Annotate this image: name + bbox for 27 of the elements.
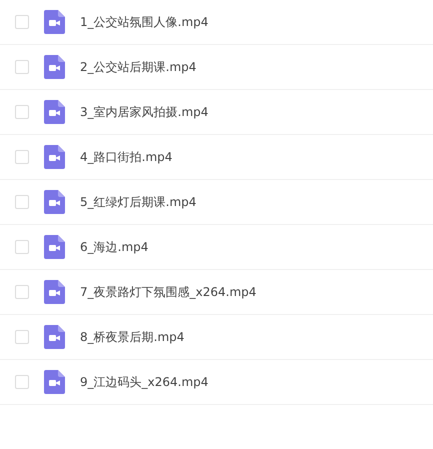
checkbox[interactable]: [15, 285, 29, 299]
checkbox[interactable]: [15, 105, 29, 119]
checkbox[interactable]: [15, 195, 29, 209]
video-file-icon: [44, 145, 65, 169]
file-name[interactable]: 8_桥夜景后期.mp4: [80, 328, 184, 346]
checkbox[interactable]: [15, 150, 29, 164]
video-file-icon: [44, 10, 65, 34]
file-name[interactable]: 3_室内居家风拍摄.mp4: [80, 103, 208, 121]
video-file-icon: [44, 190, 65, 214]
file-name[interactable]: 7_夜景路灯下氛围感_x264.mp4: [80, 283, 256, 301]
video-file-icon: [44, 280, 65, 304]
file-name[interactable]: 4_路口街拍.mp4: [80, 148, 172, 166]
file-name[interactable]: 2_公交站后期课.mp4: [80, 58, 196, 76]
video-file-icon: [44, 370, 65, 394]
checkbox[interactable]: [15, 15, 29, 29]
file-name[interactable]: 6_海边.mp4: [80, 238, 148, 256]
file-name[interactable]: 9_江边码头_x264.mp4: [80, 373, 208, 391]
file-name[interactable]: 1_公交站氛围人像.mp4: [80, 13, 208, 31]
checkbox[interactable]: [15, 60, 29, 74]
checkbox[interactable]: [15, 375, 29, 389]
video-file-icon: [44, 100, 65, 124]
video-file-icon: [44, 235, 65, 259]
checkbox[interactable]: [15, 240, 29, 254]
video-file-icon: [44, 325, 65, 349]
checkbox[interactable]: [15, 330, 29, 344]
file-name[interactable]: 5_红绿灯后期课.mp4: [80, 193, 196, 211]
video-file-icon: [44, 55, 65, 79]
